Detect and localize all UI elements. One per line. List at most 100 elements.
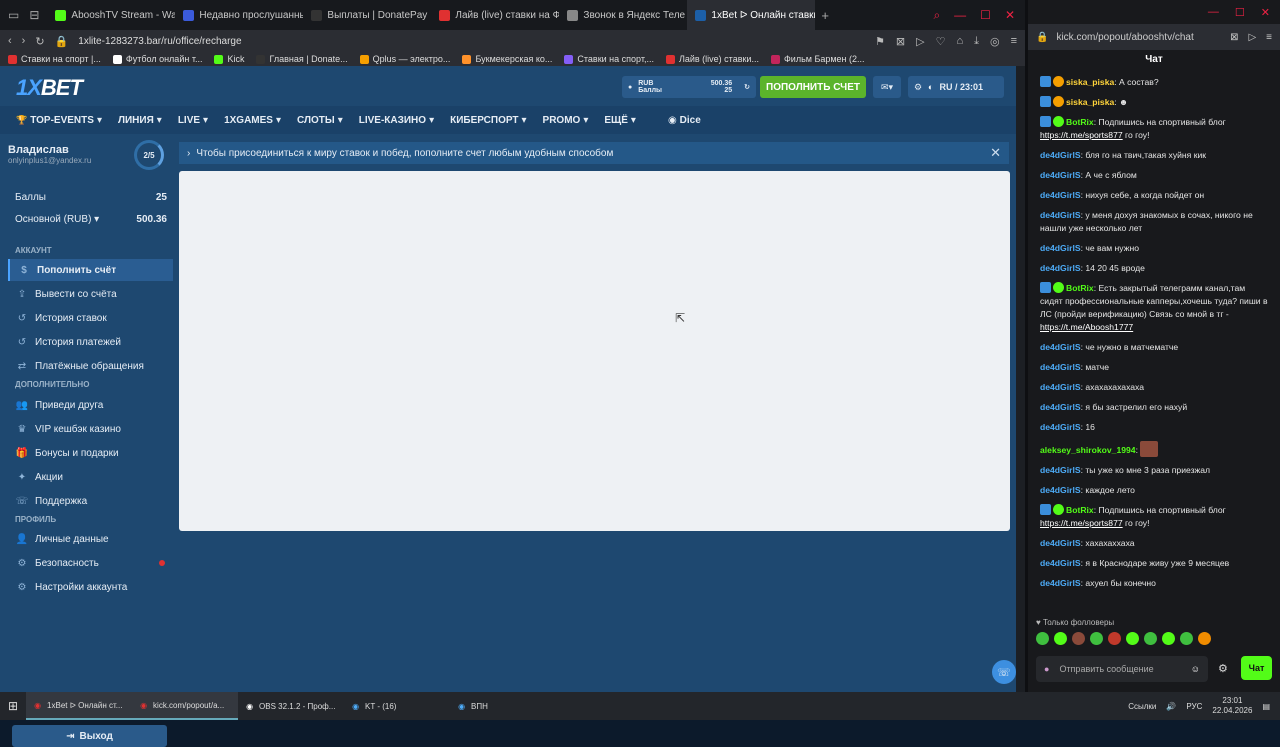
sidebar-item[interactable]: ✦ Акции	[8, 466, 173, 488]
mic-icon[interactable]: ●	[1044, 664, 1049, 674]
sidebar-item[interactable]: ⇄ Платёжные обращения	[8, 355, 173, 377]
chat-username[interactable]: BotRix	[1066, 505, 1094, 515]
emote-icon[interactable]	[1072, 632, 1085, 645]
chat-link[interactable]: https://t.me/Aboosh1777	[1040, 322, 1133, 332]
play-icon[interactable]: ▷	[1248, 32, 1256, 43]
chat-input[interactable]: ● Отправить сообщение ☺	[1036, 656, 1208, 682]
emote-icon[interactable]	[1198, 632, 1211, 645]
close-icon[interactable]: ✕	[990, 145, 1001, 161]
browser-tab[interactable]: AbooshTV Stream - Watch	[47, 0, 175, 30]
start-button[interactable]: ⊞	[0, 692, 26, 720]
emote-icon[interactable]	[1126, 632, 1139, 645]
deposit-button[interactable]: ПОПОЛНИТЬ СЧЕТ	[760, 76, 866, 98]
emote-icon[interactable]	[1108, 632, 1121, 645]
nav-item-dice[interactable]: ◉ Dice	[668, 115, 701, 126]
forward-icon[interactable]: ›	[22, 35, 26, 47]
chat-username[interactable]: de4dGirlS	[1040, 558, 1081, 568]
chat-username[interactable]: siska_piska	[1066, 77, 1114, 87]
emote-icon[interactable]	[1054, 632, 1067, 645]
bookmark-item[interactable]: Kick	[214, 54, 244, 64]
logout-button[interactable]: ⇥ Выход	[12, 725, 167, 747]
maximize-icon[interactable]: ☐	[980, 8, 991, 22]
browser-tab[interactable]: Лайв (live) ставки на Фут	[431, 0, 559, 30]
sidebar-item[interactable]: ⇪ Вывести со счёта	[8, 283, 173, 305]
maximize-icon[interactable]: ☐	[1235, 6, 1245, 19]
sidebar-item[interactable]: 🎁 Бонусы и подарки	[8, 442, 173, 464]
browser-tab[interactable]: 1xBet ᐅ Онлайн ставки на	[687, 0, 816, 30]
bookmark-item[interactable]: Главная | Donate...	[256, 54, 348, 64]
chat-username[interactable]: aleksey_shirokov_1994	[1040, 445, 1136, 455]
bookmark-item[interactable]: Букмекерская ко...	[462, 54, 552, 64]
emote-icon[interactable]	[1180, 632, 1193, 645]
chat-username[interactable]: de4dGirlS	[1040, 150, 1081, 160]
chat-username[interactable]: de4dGirlS	[1040, 190, 1081, 200]
play-icon[interactable]: ▷	[916, 35, 924, 48]
sidebar-item[interactable]: ↺ История платежей	[8, 331, 173, 353]
balance-row[interactable]: Основной (RUB) ▾ 500.36	[15, 214, 167, 225]
bookmark-icon[interactable]: ⚑	[875, 35, 885, 48]
taskbar-app[interactable]: ◉ OBS 32.1.2 - Проф...	[238, 692, 344, 720]
taskbar-app[interactable]: ◉ KT - (16)	[344, 692, 450, 720]
chat-username[interactable]: de4dGirlS	[1040, 362, 1081, 372]
tray-links[interactable]: Ссылки	[1128, 702, 1156, 711]
sidebar-item[interactable]: 👤 Личные данные	[8, 528, 173, 550]
back-icon[interactable]: ‹	[8, 35, 12, 47]
chat-username[interactable]: siska_piska	[1066, 97, 1114, 107]
nav-item[interactable]: ЛИНИЯ ▾	[118, 115, 162, 126]
chat-username[interactable]: de4dGirlS	[1040, 170, 1081, 180]
chat-username[interactable]: de4dGirlS	[1040, 485, 1081, 495]
messages-button[interactable]: ✉▾	[873, 76, 901, 98]
account-summary[interactable]: ● RUB Баллы 500.36 25 ↻	[622, 76, 756, 98]
shield-icon[interactable]: ⊠	[1230, 32, 1238, 43]
tab-groups-icon[interactable]: ⊟	[29, 8, 39, 22]
tray-language[interactable]: РУС	[1186, 702, 1202, 711]
chat-username[interactable]: de4dGirlS	[1040, 243, 1081, 253]
reload-icon[interactable]: ↻	[35, 35, 44, 48]
sidebar-item[interactable]: ↺ История ставок	[8, 307, 173, 329]
volume-icon[interactable]: 🔊	[1166, 702, 1176, 711]
nav-item[interactable]: СЛОТЫ ▾	[297, 115, 343, 126]
support-chat-button[interactable]: ☏	[992, 660, 1016, 684]
nav-item[interactable]: 🏆 TOP-EVENTS ▾	[16, 115, 102, 126]
taskbar-app[interactable]: ◉ 1xBet ᐅ Онлайн ст...	[26, 692, 133, 720]
chat-username[interactable]: de4dGirlS	[1040, 538, 1081, 548]
emote-icon[interactable]	[1144, 632, 1157, 645]
search-icon[interactable]: ⌕	[933, 8, 940, 23]
chat-settings-icon[interactable]: ⚙	[1218, 662, 1228, 675]
chat-username[interactable]: BotRix	[1066, 283, 1094, 293]
new-tab-icon[interactable]: +	[815, 8, 835, 23]
sidebar-item[interactable]: ⚙ Настройки аккаунта	[8, 576, 173, 598]
wallet-icon[interactable]: ⌂	[956, 35, 963, 48]
tray-clock[interactable]: 23:01 22.04.2026	[1212, 696, 1252, 716]
notifications-icon[interactable]: ▤	[1262, 702, 1270, 711]
download-icon[interactable]: ⤓	[974, 35, 979, 48]
refresh-icon[interactable]: ↻	[744, 83, 750, 91]
browser-tab[interactable]: Звонок в Яндекс Теле	[559, 0, 687, 30]
close-window-icon[interactable]: ✕	[1005, 8, 1015, 22]
browser-tab[interactable]: Недавно прослушанные	[175, 0, 303, 30]
taskbar-app[interactable]: ◉ kick.com/popout/a...	[132, 692, 239, 720]
nav-item[interactable]: LIVE-КАЗИНО ▾	[359, 115, 434, 126]
minimize-icon[interactable]: —	[954, 8, 966, 22]
chat-username[interactable]: de4dGirlS	[1040, 578, 1081, 588]
minimize-icon[interactable]: —	[1208, 6, 1219, 18]
sidebar-item[interactable]: ⚙ Безопасность	[8, 552, 173, 574]
chat-username[interactable]: de4dGirlS	[1040, 422, 1081, 432]
nav-item[interactable]: КИБЕРСПОРТ ▾	[450, 115, 526, 126]
nav-item[interactable]: 1XGAMES ▾	[224, 115, 281, 126]
sidebar-item[interactable]: $ Пополнить счёт	[8, 259, 173, 281]
browser-tab[interactable]: Выплаты | DonatePay	[303, 0, 431, 30]
chat-username[interactable]: de4dGirlS	[1040, 382, 1081, 392]
emoji-icon[interactable]: ☺	[1191, 664, 1200, 674]
sidebar-item[interactable]: 👥 Приведи друга	[8, 394, 173, 416]
bookmark-item[interactable]: Qplus — электро...	[359, 54, 450, 64]
menu-icon[interactable]: ≡	[1011, 35, 1017, 48]
page-scrollbar[interactable]	[1016, 66, 1025, 692]
chat-username[interactable]: de4dGirlS	[1040, 465, 1081, 475]
camera-icon[interactable]: ◎	[990, 35, 1000, 48]
sidebar-item[interactable]: ☏ Поддержка	[8, 490, 173, 512]
menu-icon[interactable]: ≡	[1266, 32, 1272, 43]
payment-frame[interactable]: ⇱	[179, 171, 1010, 531]
chat-link[interactable]: https://t.me/sports877	[1040, 518, 1123, 528]
nav-item[interactable]: LIVE ▾	[178, 115, 208, 126]
